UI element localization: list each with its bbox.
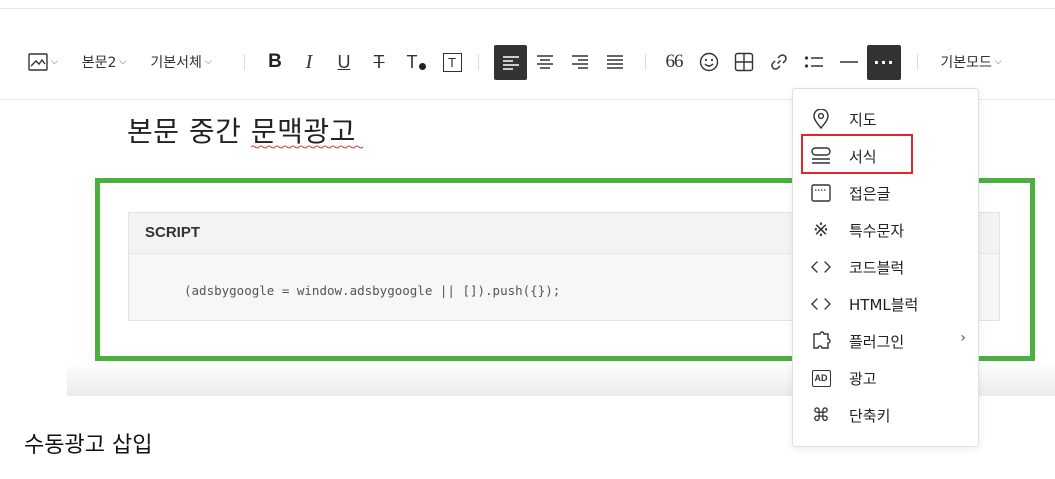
text-background-icon: T [442, 52, 462, 72]
underline-button[interactable]: U [332, 46, 356, 78]
map-pin-icon [811, 109, 831, 129]
menu-item-label: 플러그인 [849, 333, 905, 351]
code-icon [811, 257, 831, 277]
font-family-label: 기본서체 [150, 55, 202, 71]
align-right-icon [572, 55, 588, 69]
shortcut-glyph: ⌘ [812, 404, 830, 426]
list-button[interactable] [802, 46, 826, 78]
text-color-button[interactable]: T [402, 46, 430, 78]
special-char-glyph: ※ [813, 219, 829, 241]
align-justify-icon [607, 55, 623, 69]
editor-mode-label: 기본모드 [940, 55, 992, 71]
editor-mode-dropdown[interactable]: 기본모드 ⌵ [935, 46, 1007, 78]
menu-item-special-char[interactable]: ※ 특수문자 [793, 211, 978, 248]
link-icon [771, 54, 787, 70]
menu-item-shortcut[interactable]: ⌘ 단축키 [793, 396, 978, 433]
manual-ad-heading: 수동광고 삽입 [24, 433, 153, 458]
menu-item-label: 특수문자 [849, 222, 905, 240]
ad-badge: AD [811, 369, 831, 387]
menu-item-ad[interactable]: AD 광고 [793, 359, 978, 396]
align-left-icon [502, 55, 519, 70]
chevron-right-icon: › [960, 330, 966, 346]
emoticon-button[interactable] [697, 46, 721, 78]
color-dot [418, 62, 426, 70]
bullet-list-icon [804, 56, 823, 68]
font-family-dropdown[interactable]: 기본서체 ⌵ [145, 46, 217, 78]
special-char-icon: ※ [811, 219, 831, 241]
chevron-down-icon: ⌵ [204, 57, 212, 67]
align-left-button[interactable] [494, 45, 527, 80]
paragraph-style-label: 본문2 [81, 55, 117, 71]
html-code-icon [811, 294, 831, 314]
menu-item-label: 광고 [849, 370, 877, 388]
bold-icon: B [268, 51, 282, 72]
menu-item-label: 단축키 [849, 407, 891, 425]
menu-item-map[interactable]: 지도 [793, 100, 978, 137]
table-button[interactable] [732, 46, 756, 78]
editor-toolbar: ⌵ 본문2 ⌵ 기본서체 ⌵ B I U T T T 66 ··· 기본모드 ⌵ [0, 9, 1055, 100]
quote-button[interactable]: 66 [660, 46, 688, 78]
chevron-down-icon: ⌵ [994, 57, 1002, 67]
toolbar-separator [917, 54, 918, 70]
menu-item-label: 지도 [849, 111, 877, 129]
menu-item-html-block[interactable]: HTML블럭 [793, 285, 978, 322]
text-color-icon: T [406, 51, 418, 72]
toolbar-separator [478, 54, 479, 70]
horizontal-rule-button[interactable] [837, 46, 861, 78]
strikethrough-icon: T [373, 51, 385, 72]
spellcheck-underline [251, 145, 364, 149]
menu-item-plugin[interactable]: 플러그인 › [793, 322, 978, 359]
highlight-annotation [801, 134, 913, 174]
content-heading: 본문 중간 문맥광고 [127, 115, 356, 148]
image-insert-button[interactable]: ⌵ [26, 46, 60, 78]
align-justify-button[interactable] [603, 46, 627, 78]
horizontal-line-icon [840, 61, 858, 63]
bold-button[interactable]: B [263, 46, 287, 78]
chevron-down-icon: ⌵ [51, 57, 58, 67]
toolbar-separator [645, 54, 646, 70]
menu-item-label: HTML블럭 [849, 296, 919, 314]
underline-icon: U [337, 51, 351, 72]
fold-icon [811, 183, 831, 203]
paragraph-style-dropdown[interactable]: 본문2 ⌵ [77, 46, 131, 78]
plugin-icon [811, 331, 831, 351]
align-right-button[interactable] [568, 46, 592, 78]
ad-icon: AD [811, 368, 831, 388]
strikethrough-button[interactable]: T [367, 46, 391, 78]
more-icon: ··· [873, 53, 895, 72]
toolbar-separator [244, 54, 245, 70]
table-icon [734, 52, 754, 72]
align-center-button[interactable] [533, 46, 557, 78]
menu-item-code-block[interactable]: 코드블럭 [793, 248, 978, 285]
chevron-down-icon: ⌵ [119, 57, 127, 67]
more-button[interactable]: ··· [867, 45, 901, 80]
emoticon-icon [699, 52, 719, 72]
italic-button[interactable]: I [297, 46, 321, 78]
quote-icon: 66 [665, 51, 684, 72]
align-center-icon [537, 55, 553, 69]
image-icon [28, 53, 48, 71]
italic-icon: I [305, 50, 313, 73]
menu-item-label: 코드블럭 [849, 259, 905, 277]
link-button[interactable] [767, 46, 791, 78]
menu-item-label: 접은글 [849, 185, 891, 203]
menu-item-fold[interactable]: 접은글 [793, 174, 978, 211]
text-background-button[interactable]: T [440, 46, 464, 78]
shortcut-icon: ⌘ [811, 404, 831, 426]
